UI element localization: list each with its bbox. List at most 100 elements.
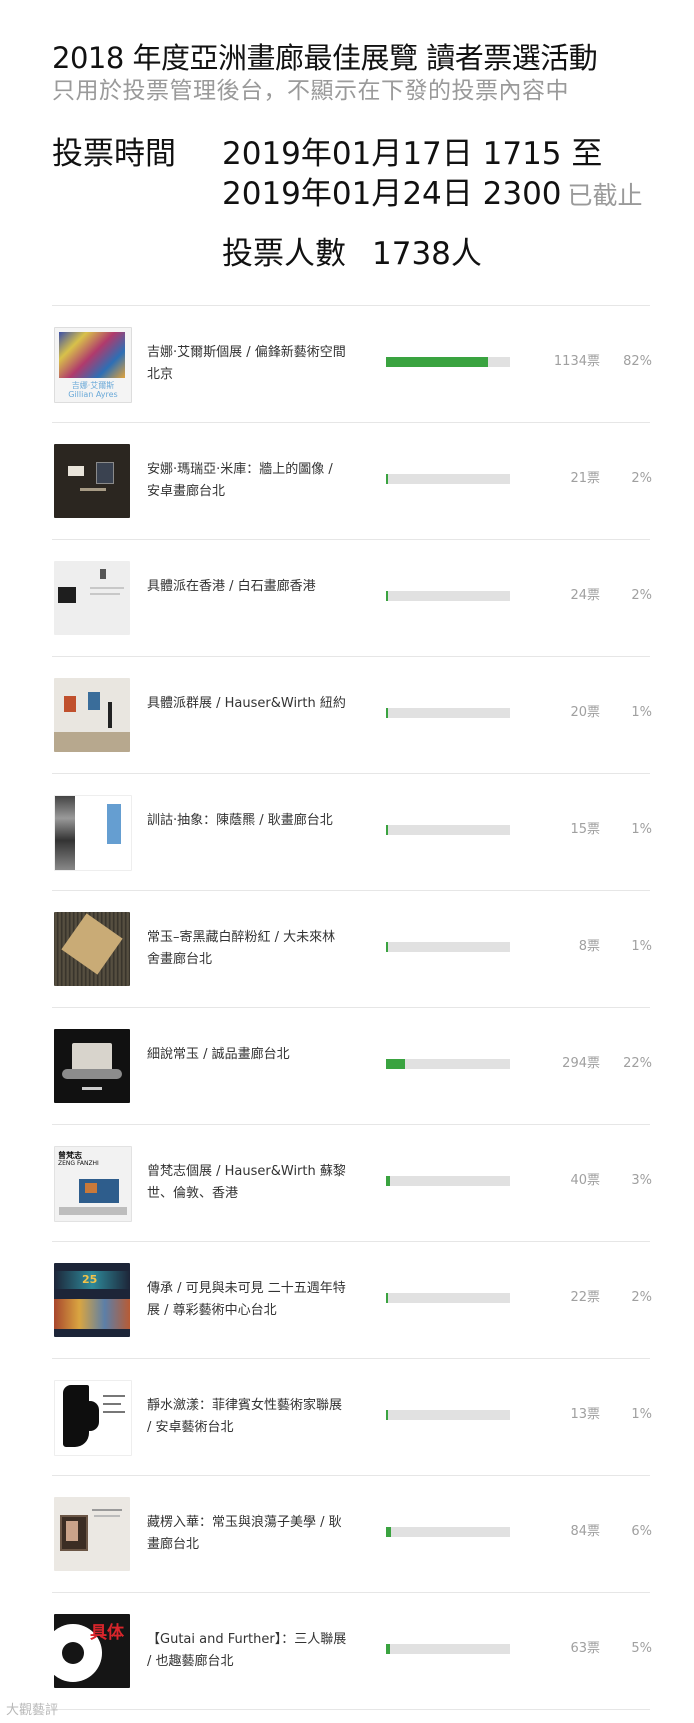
exhibition-thumbnail: [54, 912, 130, 986]
exhibition-name: 曾梵志個展 / Hauser&Wirth 蘇黎世、倫敦、香港: [147, 1164, 346, 1201]
vote-bar-fill: [386, 708, 388, 718]
exhibition-thumbnail: [54, 1380, 132, 1456]
vote-bar: [386, 591, 510, 601]
vote-bar: [386, 1176, 510, 1186]
page-subtitle: 只用於投票管理後台，不顯示在下發的投票內容中: [52, 78, 569, 104]
exhibition-thumbnail: [54, 1497, 130, 1571]
vote-bar: [386, 1527, 510, 1537]
vote-time-start: 2019年01月17日 1715 至: [222, 136, 603, 172]
result-item: 藏楞入華：常玉與浪蕩子美學 / 耿畫廊台北 84票 6%: [52, 1476, 652, 1593]
vote-percent: 3%: [631, 1173, 652, 1188]
vote-percent: 1%: [631, 939, 652, 954]
vote-bar-fill: [386, 1293, 389, 1303]
thumbnail-caption-en: Gillian Ayres: [68, 390, 118, 399]
vote-percent: 2%: [631, 588, 652, 603]
voter-count-value: 1738人: [372, 236, 482, 272]
vote-bar: [386, 357, 510, 367]
vote-bar-fill: [386, 942, 388, 952]
watermark: 大觀藝評: [6, 1699, 58, 1718]
vote-count: 294票: [562, 1056, 600, 1071]
exhibition-name: 訓詁·抽象：陳蔭羆 / 耿畫廊台北: [147, 813, 333, 828]
result-item: 吉娜·艾爾斯 Gillian Ayres 吉娜·艾爾斯個展 / 偏鋒新藝術空間北…: [52, 306, 652, 423]
exhibition-name: 【Gutai and Further】：三人聯展 / 也趣藝廊台北: [147, 1632, 347, 1669]
vote-percent: 1%: [631, 822, 652, 837]
vote-time-end-line: 2019年01月24日 2300 已截止: [222, 175, 643, 215]
vote-bar: [386, 1059, 510, 1069]
vote-bar: [386, 1410, 510, 1420]
exhibition-name: 常玉–寄黑藏白醉粉紅 / 大未來林舍畫廊台北: [147, 930, 336, 967]
vote-count: 84票: [570, 1524, 600, 1539]
vote-time: 投票時間 2019年01月17日 1715 至 2019年01月24日 2300…: [52, 135, 672, 215]
vote-bar-fill: [386, 1644, 390, 1654]
exhibition-thumbnail: 曾梵志 ZENG FANZHI: [54, 1146, 132, 1222]
exhibition-thumbnail: 吉娜·艾爾斯 Gillian Ayres: [54, 327, 132, 403]
exhibition-thumbnail: [54, 444, 130, 518]
voter-count: 投票人數 1738人: [222, 235, 482, 273]
exhibition-name: 藏楞入華：常玉與浪蕩子美學 / 耿畫廊台北: [147, 1515, 342, 1552]
result-item: 具體派群展 / Hauser&Wirth 紐約 20票 1%: [52, 657, 652, 774]
vote-count: 40票: [570, 1173, 600, 1188]
exhibition-thumbnail: [54, 795, 132, 871]
exhibition-thumbnail: [54, 678, 130, 752]
exhibition-thumbnail: 25: [54, 1263, 130, 1337]
vote-percent: 5%: [631, 1641, 652, 1656]
vote-bar: [386, 942, 510, 952]
result-item: 常玉–寄黑藏白醉粉紅 / 大未來林舍畫廊台北 8票 1%: [52, 891, 652, 1008]
vote-percent: 2%: [631, 1290, 652, 1305]
vote-count: 24票: [570, 588, 600, 603]
vote-bar-fill: [386, 357, 488, 367]
vote-bar-fill: [386, 1527, 391, 1537]
vote-bar-fill: [386, 1059, 405, 1069]
vote-count: 22票: [570, 1290, 600, 1305]
vote-bar: [386, 825, 510, 835]
vote-ended-status: 已截止: [567, 181, 643, 210]
exhibition-name: 細說常玉 / 誠品畫廊台北: [147, 1047, 290, 1062]
vote-count: 15票: [570, 822, 600, 837]
vote-results-list: 吉娜·艾爾斯 Gillian Ayres 吉娜·艾爾斯個展 / 偏鋒新藝術空間北…: [52, 305, 652, 1710]
vote-count: 21票: [570, 471, 600, 486]
vote-percent: 2%: [631, 471, 652, 486]
exhibition-thumbnail: [54, 1029, 130, 1103]
vote-time-end: 2019年01月24日 2300: [222, 176, 562, 212]
vote-bar-fill: [386, 1176, 390, 1186]
result-item: 細說常玉 / 誠品畫廊台北 294票 22%: [52, 1008, 652, 1125]
vote-time-label: 投票時間: [52, 136, 176, 172]
vote-count: 63票: [570, 1641, 600, 1656]
vote-percent: 22%: [623, 1056, 652, 1071]
header: 2018 年度亞洲畫廊最佳展覽 讀者票選活動 只用於投票管理後台，不顯示在下發的…: [52, 40, 672, 106]
vote-percent: 82%: [623, 354, 652, 369]
vote-bar-fill: [386, 474, 389, 484]
vote-bar: [386, 474, 510, 484]
watermark-text: 大觀藝評: [6, 1703, 59, 1718]
result-item: 安娜·瑪瑞亞·米庫：牆上的圖像 / 安卓畫廊台北 21票 2%: [52, 423, 652, 540]
vote-count: 1134票: [553, 354, 600, 369]
exhibition-thumbnail: [54, 561, 130, 635]
exhibition-thumbnail: 具体: [54, 1614, 130, 1688]
result-item: 訓詁·抽象：陳蔭羆 / 耿畫廊台北 15票 1%: [52, 774, 652, 891]
vote-percent: 1%: [631, 1407, 652, 1422]
exhibition-name: 吉娜·艾爾斯個展 / 偏鋒新藝術空間北京: [147, 345, 346, 382]
page-title: 2018 年度亞洲畫廊最佳展覽 讀者票選活動: [52, 41, 598, 75]
vote-bar: [386, 1293, 510, 1303]
exhibition-name: 傳承 / 可見與未可見 二十五週年特展 / 尊彩藝術中心台北: [147, 1281, 346, 1318]
result-item: 曾梵志 ZENG FANZHI 曾梵志個展 / Hauser&Wirth 蘇黎世…: [52, 1125, 652, 1242]
vote-bar-fill: [386, 1410, 388, 1420]
result-item: 25 傳承 / 可見與未可見 二十五週年特展 / 尊彩藝術中心台北 22票 2%: [52, 1242, 652, 1359]
vote-count: 8票: [578, 939, 600, 954]
vote-bar-fill: [386, 825, 388, 835]
exhibition-name: 具體派在香港 / 白石畫廊香港: [147, 579, 316, 594]
vote-bar: [386, 708, 510, 718]
thumbnail-caption-en: ZENG FANZHI: [58, 1160, 99, 1167]
result-item: 靜水瀲漾：菲律賓女性藝術家聯展 / 安卓藝術台北 13票 1%: [52, 1359, 652, 1476]
result-item: 具体 【Gutai and Further】：三人聯展 / 也趣藝廊台北 63票…: [52, 1593, 652, 1710]
vote-percent: 1%: [631, 705, 652, 720]
exhibition-name: 安娜·瑪瑞亞·米庫：牆上的圖像 / 安卓畫廊台北: [147, 462, 333, 499]
thumbnail-caption: 具体: [90, 1623, 124, 1643]
vote-bar: [386, 1644, 510, 1654]
vote-percent: 6%: [631, 1524, 652, 1539]
vote-count: 13票: [570, 1407, 600, 1422]
vote-count: 20票: [570, 705, 600, 720]
exhibition-name: 靜水瀲漾：菲律賓女性藝術家聯展 / 安卓藝術台北: [147, 1398, 343, 1435]
vote-bar-fill: [386, 591, 389, 601]
exhibition-name: 具體派群展 / Hauser&Wirth 紐約: [147, 696, 346, 711]
